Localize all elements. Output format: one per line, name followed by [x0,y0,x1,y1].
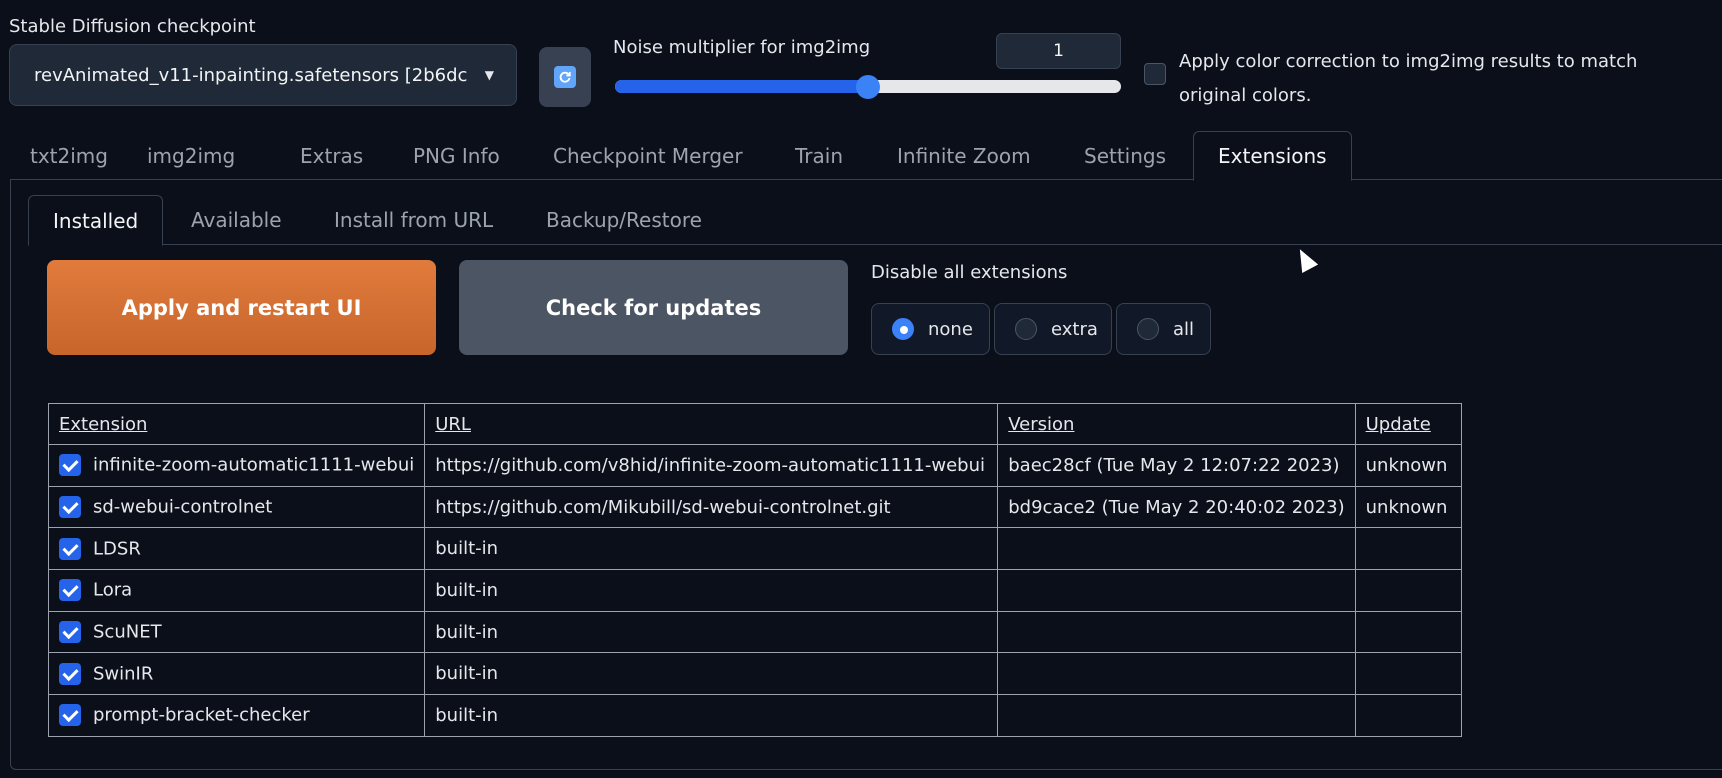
check-for-updates-button[interactable]: Check for updates [459,260,848,355]
table-row: infinite-zoom-automatic1111-webui https:… [47,444,1462,487]
extension-enable-checkbox[interactable] [59,704,81,727]
extension-update-status [1354,610,1462,654]
radio-none[interactable]: none [871,303,990,355]
table-row: prompt-bracket-checker built-in [47,694,1462,737]
extension-version [997,694,1356,737]
main-tab-bar: txt2img img2img Extras PNG Info Checkpoi… [10,131,1722,181]
extension-url: built-in [424,610,999,654]
apply-and-restart-button[interactable]: Apply and restart UI [47,260,436,355]
extension-update-status: unknown [1354,444,1462,487]
tab-available[interactable]: Available [191,195,282,245]
radio-unselected-icon [1015,318,1037,340]
radio-none-label: none [928,318,973,340]
extension-version [997,652,1356,696]
extension-url: built-in [424,569,999,612]
checkpoint-value: revAnimated_v11-inpainting.safetensors [… [34,64,468,86]
tab-png-info[interactable]: PNG Info [413,131,500,180]
extension-enable-checkbox[interactable] [59,496,81,519]
noise-multiplier-input[interactable]: 1 [996,33,1121,69]
extension-enable-checkbox[interactable] [59,621,81,644]
disable-extensions-label: Disable all extensions [871,262,1068,283]
table-row: sd-webui-controlnet https://github.com/M… [47,485,1462,529]
extension-name: ScuNET [93,621,162,643]
radio-extra[interactable]: extra [994,303,1112,355]
radio-selected-icon [892,318,914,340]
extension-name: LDSR [93,538,141,560]
extension-version: baec28cf (Tue May 2 12:07:22 2023) [997,444,1356,487]
slider-fill [615,80,868,93]
noise-multiplier-label: Noise multiplier for img2img [613,37,871,58]
tab-settings[interactable]: Settings [1084,131,1166,180]
extension-version [997,610,1356,654]
extension-enable-checkbox[interactable] [59,579,81,602]
radio-unselected-icon [1137,318,1159,340]
tab-infinite-zoom[interactable]: Infinite Zoom [897,131,1031,180]
extension-url: https://github.com/Mikubill/sd-webui-con… [424,485,999,529]
checkpoint-label: Stable Diffusion checkpoint [9,16,256,37]
column-header-update[interactable]: Update [1354,403,1462,445]
extension-name: sd-webui-controlnet [93,496,273,518]
extension-update-status [1354,652,1462,696]
tab-train[interactable]: Train [795,131,843,180]
radio-all[interactable]: all [1116,303,1211,355]
tab-extras[interactable]: Extras [300,131,363,180]
chevron-down-icon: ▼ [484,68,494,82]
tab-installed[interactable]: Installed [28,195,164,246]
table-row: LDSR built-in [47,527,1462,571]
extension-update-status [1354,694,1462,737]
tab-img2img[interactable]: img2img [147,131,235,180]
extensions-sub-tab-bar: Installed Available Install from URL Bac… [28,195,1722,246]
extension-update-status [1354,569,1462,612]
refresh-icon [554,66,576,88]
column-header-url[interactable]: URL [424,403,999,445]
extension-name: Lora [93,579,133,601]
extension-url: built-in [424,527,999,571]
extension-enable-checkbox[interactable] [59,662,81,685]
color-correction-label: Apply color correction to img2img result… [1179,51,1638,106]
color-correction-checkbox[interactable] [1144,63,1166,85]
extension-update-status [1354,527,1462,571]
tab-txt2img[interactable]: txt2img [30,131,108,180]
extension-update-status: unknown [1354,485,1462,529]
extension-url: https://github.com/v8hid/infinite-zoom-a… [424,444,999,487]
tab-backup-restore[interactable]: Backup/Restore [546,195,702,245]
noise-multiplier-slider[interactable] [615,75,1121,99]
table-header-row: Extension URL Version Update [47,403,1462,445]
refresh-checkpoint-button[interactable] [539,47,591,107]
table-row: ScuNET built-in [47,610,1462,654]
tab-checkpoint-merger[interactable]: Checkpoint Merger [553,131,743,180]
extension-version: bd9cace2 (Tue May 2 20:40:02 2023) [997,485,1356,529]
table-row: SwinIR built-in [47,652,1462,696]
extension-name: infinite-zoom-automatic1111-webui [93,454,415,476]
checkpoint-dropdown[interactable]: revAnimated_v11-inpainting.safetensors [… [9,44,517,106]
column-header-version[interactable]: Version [997,403,1356,445]
extension-name: prompt-bracket-checker [93,704,310,726]
slider-handle[interactable] [856,75,880,99]
extensions-table: Extension URL Version Update infinite-zo… [47,403,1462,737]
tab-install-from-url[interactable]: Install from URL [334,195,493,245]
extension-enable-checkbox[interactable] [59,454,81,477]
extension-version [997,569,1356,612]
extension-url: built-in [424,694,999,737]
radio-all-label: all [1173,318,1195,340]
extension-version [997,527,1356,571]
tab-extensions[interactable]: Extensions [1193,131,1352,181]
radio-extra-label: extra [1051,318,1098,340]
extension-name: SwinIR [93,663,154,685]
extension-enable-checkbox[interactable] [59,537,81,560]
extension-url: built-in [424,652,999,696]
table-row: Lora built-in [47,569,1462,612]
column-header-extension[interactable]: Extension [47,403,426,445]
